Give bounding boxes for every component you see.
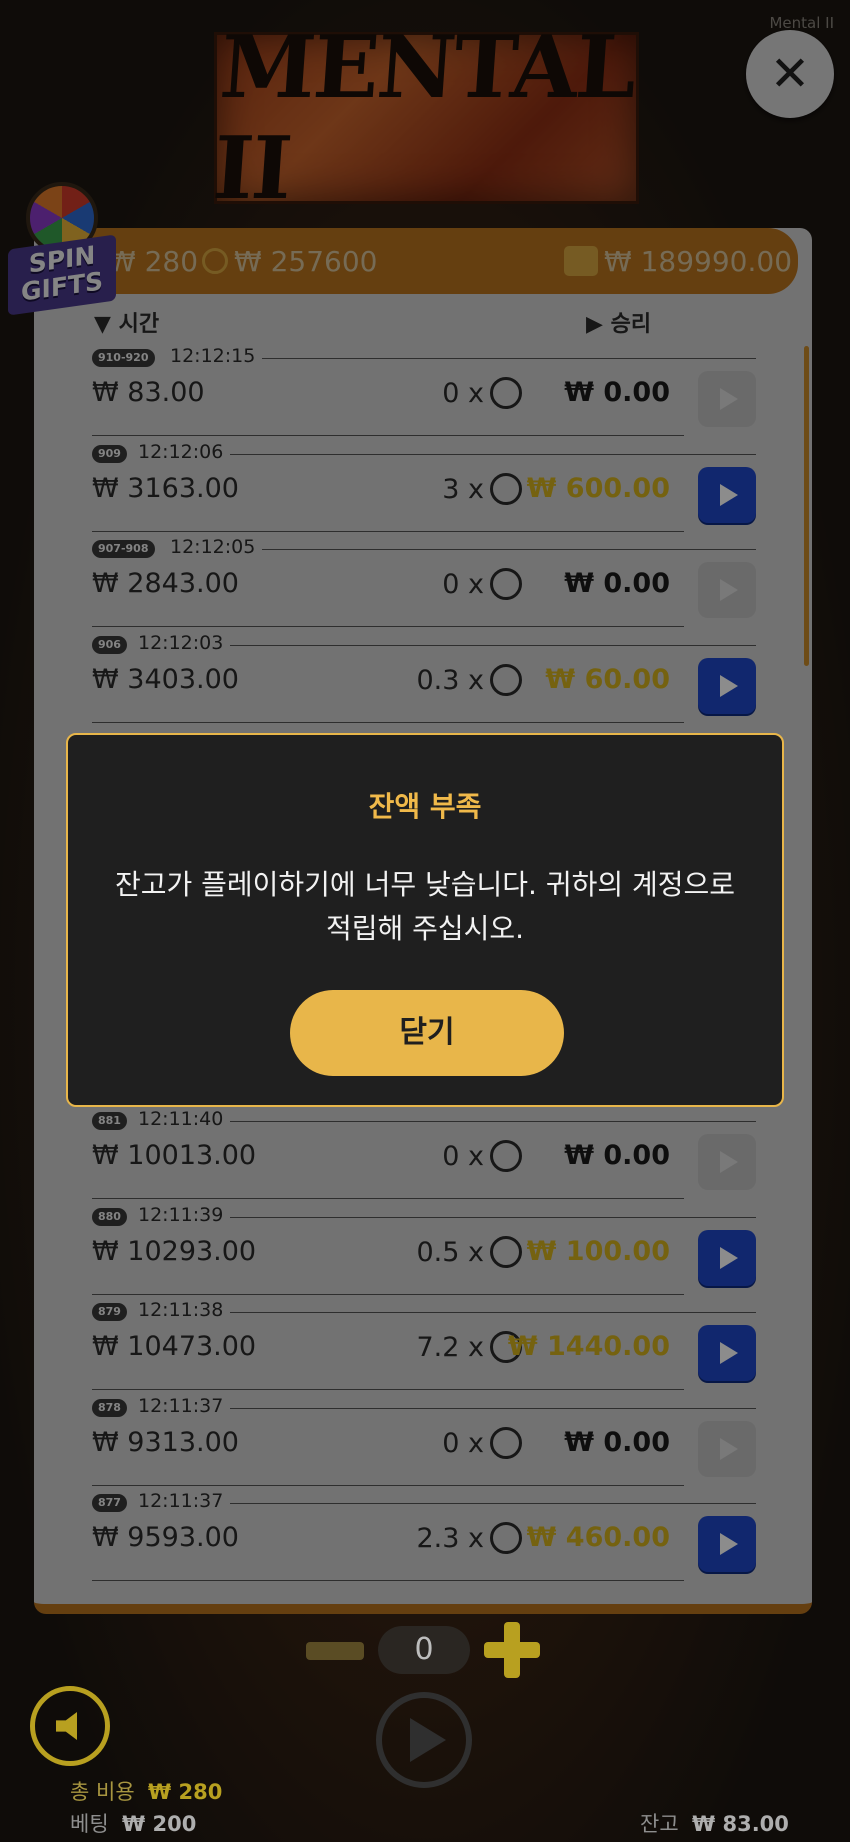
bottom-controls: 0 총 비용 ₩ 280 베팅 ₩ 200 잔고 ₩ 83.00 xyxy=(0,1604,850,1842)
play-icon xyxy=(410,1718,446,1762)
dialog-close-button[interactable]: 닫기 xyxy=(290,990,564,1076)
dialog-title: 잔액 부족 xyxy=(368,790,482,823)
speaker-icon xyxy=(56,1712,77,1740)
minus-button[interactable] xyxy=(306,1642,364,1660)
play-button[interactable] xyxy=(376,1692,472,1788)
bet-counter: 0 xyxy=(378,1626,470,1674)
balance: 잔고 ₩ 83.00 xyxy=(640,1812,789,1836)
bet-amount: 베팅 ₩ 200 xyxy=(70,1812,197,1836)
plus-button[interactable] xyxy=(484,1622,540,1678)
sound-button[interactable] xyxy=(30,1686,110,1766)
insufficient-balance-dialog: 잔액 부족 잔고가 플레이하기에 너무 낮습니다. 귀하의 계정으로 적립해 주… xyxy=(66,733,784,1107)
dialog-message: 잔고가 플레이하기에 너무 낮습니다. 귀하의 계정으로 적립해 주십시오. xyxy=(114,868,736,945)
total-cost: 총 비용 ₩ 280 xyxy=(70,1780,223,1804)
